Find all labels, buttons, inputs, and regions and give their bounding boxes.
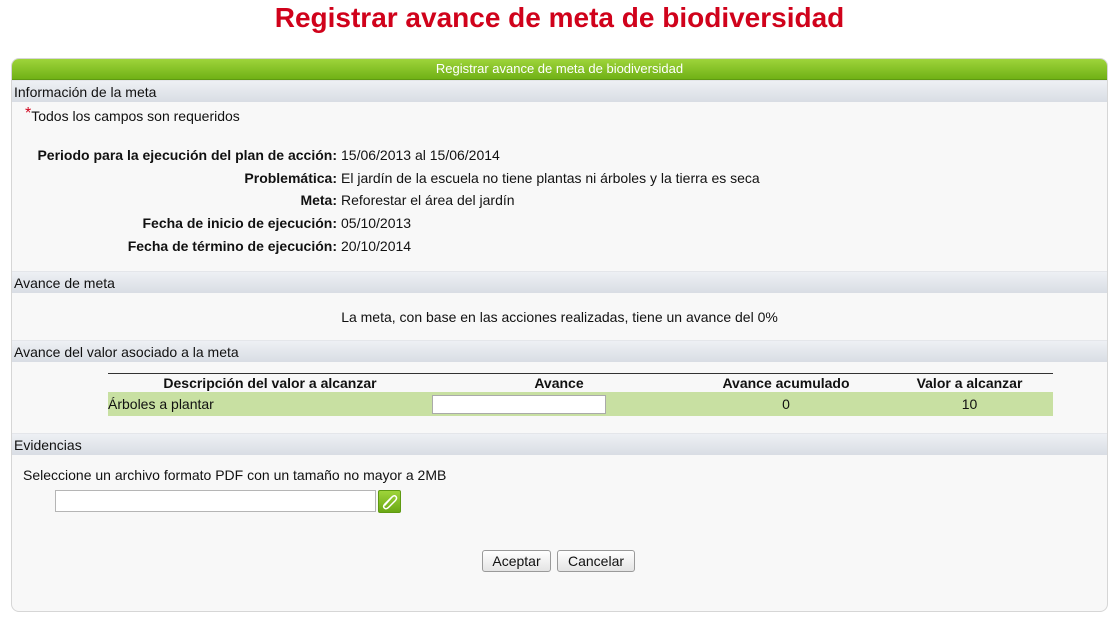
cell-accumulated: 0 bbox=[686, 392, 886, 416]
info-row-start-date: Fecha de inicio de ejecución: 05/10/2013 bbox=[12, 213, 412, 233]
info-value-goal: Reforestar el área del jardín bbox=[341, 192, 515, 208]
required-asterisk: * bbox=[25, 105, 32, 122]
required-note-text: Todos los campos son requeridos bbox=[31, 108, 240, 124]
accept-button[interactable]: Aceptar bbox=[482, 550, 551, 572]
attach-file-button[interactable] bbox=[378, 490, 401, 513]
page-title: Registrar avance de meta de biodiversida… bbox=[274, 2, 845, 33]
cancel-button[interactable]: Cancelar bbox=[557, 550, 635, 572]
paperclip-icon bbox=[382, 495, 398, 510]
required-note: *Todos los campos son requeridos bbox=[25, 105, 240, 126]
avance-input[interactable] bbox=[432, 394, 606, 414]
table-row: Árboles a plantar 0 10 bbox=[108, 392, 1053, 416]
section-info-title: Información de la meta bbox=[12, 80, 1107, 102]
column-header-description: Descripción del valor a alcanzar bbox=[108, 373, 432, 392]
info-label-end-date: Fecha de término de ejecución: bbox=[127, 238, 337, 254]
info-label-period: Periodo para la ejecución del plan de ac… bbox=[37, 147, 337, 163]
cell-description: Árboles a plantar bbox=[108, 392, 432, 416]
section-evidence-title: Evidencias bbox=[12, 433, 1107, 455]
section-value-title: Avance del valor asociado a la meta bbox=[12, 340, 1107, 362]
info-row-period: Periodo para la ejecución del plan de ac… bbox=[12, 145, 499, 165]
info-value-start-date: 05/10/2013 bbox=[341, 215, 412, 231]
info-value-problem: El jardín de la escuela no tiene plantas… bbox=[341, 170, 760, 186]
column-header-accumulated: Avance acumulado bbox=[686, 373, 886, 392]
table-header-row: Descripción del valor a alcanzar Avance … bbox=[108, 373, 1053, 392]
column-header-avance: Avance bbox=[432, 373, 686, 392]
info-row-goal: Meta: Reforestar el área del jardín bbox=[12, 190, 514, 210]
goal-progress-panel: Registrar avance de meta de biodiversida… bbox=[11, 58, 1108, 612]
panel-header: Registrar avance de meta de biodiversida… bbox=[12, 59, 1107, 80]
info-row-problem: Problemática: El jardín de la escuela no… bbox=[12, 168, 759, 188]
info-label-problem: Problemática: bbox=[244, 170, 337, 186]
cell-target: 10 bbox=[886, 392, 1053, 416]
column-header-target: Valor a alcanzar bbox=[886, 373, 1053, 392]
info-row-end-date: Fecha de término de ejecución: 20/10/201… bbox=[12, 236, 411, 256]
evidence-instruction: Seleccione un archivo formato PDF con un… bbox=[23, 467, 447, 483]
file-path-input[interactable] bbox=[55, 490, 376, 512]
info-value-period: 15/06/2013 al 15/06/2014 bbox=[341, 147, 500, 163]
cell-avance bbox=[432, 392, 686, 416]
value-table: Descripción del valor a alcanzar Avance … bbox=[108, 373, 1053, 416]
section-progress-title: Avance de meta bbox=[12, 271, 1107, 293]
info-value-end-date: 20/10/2014 bbox=[341, 238, 412, 254]
info-label-goal: Meta: bbox=[300, 192, 337, 208]
progress-text: La meta, con base en las acciones realiz… bbox=[341, 309, 778, 325]
info-label-start-date: Fecha de inicio de ejecución: bbox=[142, 215, 338, 231]
